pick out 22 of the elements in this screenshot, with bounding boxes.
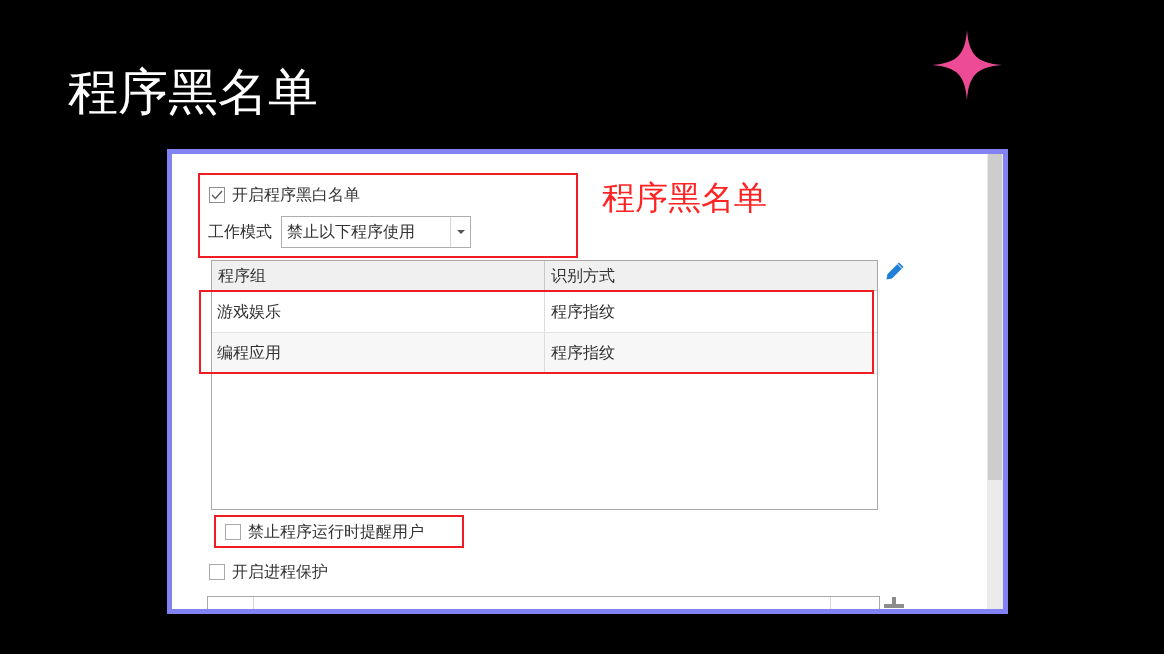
table-cell: 游戏娱乐 bbox=[212, 291, 545, 332]
checkbox-label: 开启程序黑白名单 bbox=[232, 185, 360, 205]
plus-icon[interactable] bbox=[884, 597, 904, 608]
slide-title: 程序黑名单 bbox=[68, 62, 318, 122]
check-icon bbox=[211, 190, 223, 200]
column-header: 识别方式 bbox=[550, 265, 616, 287]
mode-dropdown[interactable]: 禁止以下程序使用 bbox=[281, 216, 471, 248]
annotation-label: 程序黑名单 bbox=[602, 178, 767, 218]
checkbox-label: 开启进程保护 bbox=[232, 562, 328, 582]
checkbox-label: 禁止程序运行时提醒用户 bbox=[248, 521, 424, 542]
table-cell-text: 程序指纹 bbox=[550, 300, 616, 323]
checkbox[interactable] bbox=[209, 564, 225, 580]
checkbox[interactable] bbox=[225, 523, 241, 540]
mode-label: 工作模式 bbox=[208, 222, 272, 242]
table-cell-text: 程序指纹 bbox=[550, 342, 616, 364]
scrollbar[interactable] bbox=[987, 154, 1003, 609]
table-cell: 编程应用 bbox=[212, 333, 545, 373]
pencil-icon[interactable] bbox=[885, 261, 905, 281]
checkbox[interactable] bbox=[209, 187, 225, 203]
scrollbar-thumb[interactable] bbox=[988, 154, 1002, 480]
column-header: 程序组 bbox=[212, 261, 545, 290]
caret-icon bbox=[456, 230, 465, 234]
